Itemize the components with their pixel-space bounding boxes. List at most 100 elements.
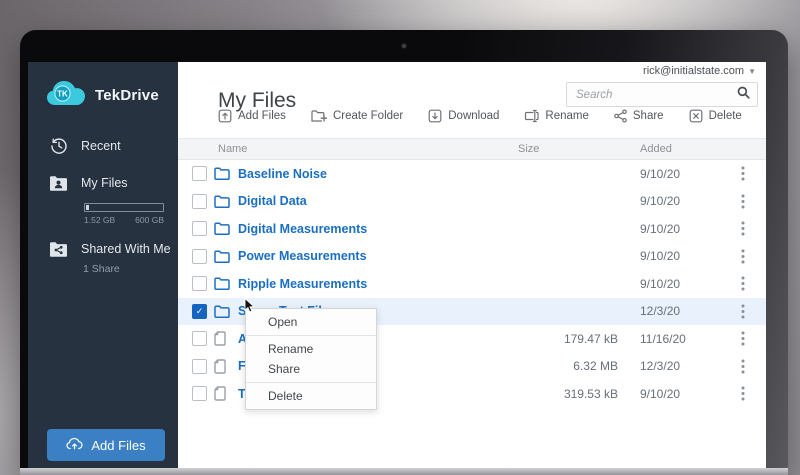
column-header-name[interactable]: Name [218, 143, 518, 155]
rename-icon [525, 109, 540, 123]
row-size: 6.32 MB [573, 359, 618, 374]
tekdrive-cloud-logo-icon: TK [46, 79, 86, 111]
row-checkbox[interactable] [192, 386, 207, 402]
row-actions-kebab[interactable] [720, 194, 766, 209]
sidebar-item-my-files[interactable]: My Files [28, 165, 178, 201]
main-content: rick@initialstate.com ▼ My Files Add Fi [178, 62, 766, 468]
folder-icon [214, 277, 238, 291]
file-icon [214, 359, 238, 374]
sidebar-nav: Recent My Files 1.52 GB 600 GB Shared Wi… [28, 127, 178, 281]
row-added: 9/10/20 [640, 249, 681, 264]
row-added: 9/10/20 [640, 276, 681, 291]
app-window: TK TekDrive Recent My Files 1.52 GB 600 … [28, 62, 766, 468]
file-table: Name Size Added Baseline Noise 9/10/20 Dig… [178, 138, 766, 468]
row-checkbox[interactable] [192, 358, 207, 374]
folder-icon [214, 222, 238, 236]
action-toolbar: Add Files Create Folder Download Rename … [218, 109, 742, 123]
row-name[interactable]: Digital Data [238, 194, 518, 208]
laptop-frame: TK TekDrive Recent My Files 1.52 GB 600 … [20, 30, 788, 475]
storage-bar-fill [86, 205, 90, 210]
brand-name: TekDrive [95, 86, 159, 104]
sidebar: TK TekDrive Recent My Files 1.52 GB 600 … [28, 62, 178, 468]
row-actions-kebab[interactable] [720, 331, 766, 346]
row-name[interactable]: Ripple Measurements [238, 277, 518, 291]
laptop-base [20, 468, 788, 475]
row-checkbox[interactable] [192, 331, 207, 347]
delete-square-icon [689, 109, 702, 123]
storage-used: 1.52 GB [84, 215, 116, 225]
folder-plus-icon [311, 110, 327, 122]
folder-icon [214, 195, 238, 208]
row-actions-kebab[interactable] [720, 304, 766, 319]
table-row[interactable]: Baseline Noise 9/10/20 [178, 160, 766, 188]
toolbar-download-button[interactable]: Download [428, 109, 499, 123]
table-row[interactable]: Digital Data 9/10/20 [178, 188, 766, 216]
sidebar-item-label: My Files [81, 176, 128, 190]
row-checkbox[interactable] [192, 276, 207, 292]
row-added: 9/10/20 [640, 166, 681, 181]
column-header-added[interactable]: Added [640, 143, 720, 155]
toolbar-rename-button[interactable]: Rename [524, 109, 589, 123]
add-files-button-label: Add Files [91, 437, 146, 453]
sidebar-item-recent[interactable]: Recent [28, 127, 178, 165]
folder-icon [214, 250, 238, 263]
toolbar-add-files-button[interactable]: Add Files [218, 109, 286, 123]
row-added: 11/16/20 [640, 331, 686, 346]
shared-folder-icon [49, 241, 68, 257]
context-menu: Open Rename Share Delete [245, 308, 377, 410]
row-checkbox[interactable] [192, 248, 207, 264]
brand-logo: TK TekDrive [28, 62, 178, 111]
cloud-upload-icon [66, 437, 83, 453]
toolbar-create-folder-button[interactable]: Create Folder [311, 109, 403, 123]
row-actions-kebab[interactable] [720, 359, 766, 374]
row-name[interactable]: Baseline Noise [238, 167, 518, 181]
context-menu-item-share[interactable]: Share [246, 359, 376, 379]
row-checkbox[interactable] [192, 303, 207, 319]
toolbar-share-button[interactable]: Share [614, 109, 664, 123]
sidebar-item-shared-with-me[interactable]: Shared With Me [28, 231, 178, 267]
row-checkbox[interactable] [192, 193, 207, 209]
row-actions-kebab[interactable] [720, 249, 766, 264]
account-email: rick@initialstate.com [643, 65, 745, 77]
folder-icon [214, 305, 238, 318]
row-name[interactable]: Power Measurements [238, 249, 518, 263]
row-actions-kebab[interactable] [720, 221, 766, 236]
row-size: 179.47 kB [563, 331, 618, 346]
toolbar-delete-button[interactable]: Delete [689, 109, 742, 123]
storage-total: 600 GB [135, 215, 164, 225]
context-menu-item-open[interactable]: Open [246, 312, 376, 332]
chevron-down-icon: ▼ [748, 66, 756, 76]
my-files-folder-icon [49, 175, 68, 191]
row-checkbox[interactable] [192, 221, 207, 237]
row-added: 9/10/20 [640, 221, 681, 236]
download-square-icon [428, 109, 442, 123]
row-added: 12/3/20 [640, 304, 681, 319]
row-checkbox[interactable] [192, 166, 207, 182]
search-input[interactable] [574, 87, 737, 102]
table-header: Name Size Added [178, 138, 766, 160]
svg-text:TK: TK [57, 90, 68, 99]
row-size: 319.53 kB [563, 386, 618, 401]
row-added: 9/10/20 [640, 386, 681, 401]
sidebar-item-label: Recent [81, 139, 121, 153]
row-actions-kebab[interactable] [720, 276, 766, 291]
upload-square-icon [218, 109, 232, 123]
row-actions-kebab[interactable] [720, 166, 766, 181]
search-icon[interactable] [737, 86, 750, 104]
context-menu-item-delete[interactable]: Delete [246, 386, 376, 406]
folder-icon [214, 167, 238, 181]
row-actions-kebab[interactable] [720, 386, 766, 401]
file-icon [214, 386, 238, 401]
table-row[interactable]: Power Measurements 9/10/20 [178, 243, 766, 271]
row-added: 9/10/20 [640, 194, 681, 209]
table-row[interactable]: Digital Measurements 9/10/20 [178, 215, 766, 243]
share-nodes-icon [614, 109, 627, 123]
row-added: 12/3/20 [640, 359, 681, 374]
table-row[interactable]: Ripple Measurements 9/10/20 [178, 270, 766, 298]
add-files-button[interactable]: Add Files [47, 429, 165, 461]
column-header-size[interactable]: Size [518, 143, 618, 155]
account-menu[interactable]: rick@initialstate.com ▼ [643, 65, 756, 77]
row-name[interactable]: Digital Measurements [238, 222, 518, 236]
shared-count: 1 Share [83, 263, 120, 275]
context-menu-item-rename[interactable]: Rename [246, 339, 376, 359]
